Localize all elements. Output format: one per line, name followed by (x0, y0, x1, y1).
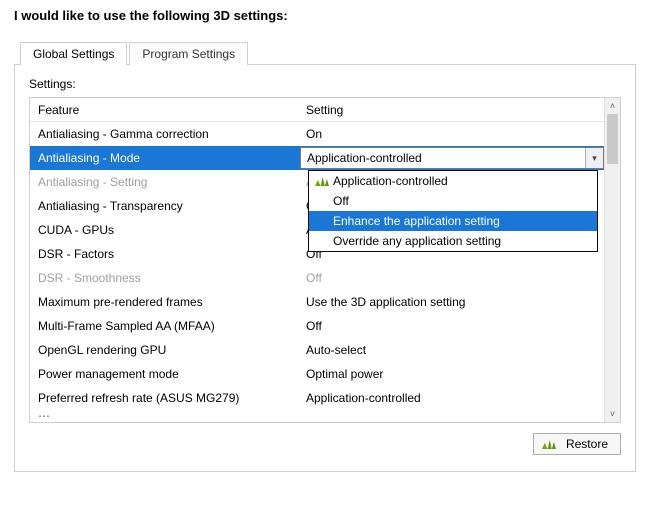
table-row[interactable]: ⋯ (30, 410, 604, 422)
dropdown-option-label: Off (333, 194, 349, 208)
dropdown-option[interactable]: Override any application setting (309, 231, 597, 251)
feature-label: Antialiasing - Setting (30, 175, 300, 189)
column-feature: Feature (30, 103, 300, 117)
table-row[interactable]: Maximum pre-rendered frames Use the 3D a… (30, 290, 604, 314)
nvidia-logo-icon (315, 176, 329, 186)
feature-label: Multi-Frame Sampled AA (MFAA) (30, 319, 300, 333)
table-row[interactable]: Multi-Frame Sampled AA (MFAA) Off (30, 314, 604, 338)
feature-value[interactable]: Off (300, 271, 604, 285)
combo-dropdown-button[interactable]: ▾ (585, 148, 603, 168)
scroll-down-icon[interactable]: ˅ (605, 406, 620, 422)
scroll-thumb[interactable] (607, 114, 618, 164)
restore-label: Restore (566, 437, 608, 451)
settings-pane: Settings: Feature Setting Antialiasing -… (14, 64, 636, 472)
table-row[interactable]: DSR - Smoothness Off (30, 266, 604, 290)
setting-combo[interactable]: Application-controlled ▾ (300, 147, 604, 169)
feature-label: Maximum pre-rendered frames (30, 295, 300, 309)
footer: Restore (29, 423, 621, 455)
feature-label: DSR - Factors (30, 247, 300, 261)
nvidia-logo-icon (542, 439, 556, 449)
table-row[interactable]: Power management mode Optimal power (30, 362, 604, 386)
feature-value[interactable]: Optimal power (300, 367, 604, 381)
table-row-selected[interactable]: Antialiasing - Mode Application-controll… (30, 146, 604, 170)
dropdown-option[interactable]: Application-controlled (309, 171, 597, 191)
tab-program-settings[interactable]: Program Settings (129, 42, 248, 65)
feature-label: Power management mode (30, 367, 300, 381)
column-headers: Feature Setting (30, 98, 604, 122)
feature-value[interactable]: Use the 3D application setting (300, 295, 604, 309)
settings-scrollbar[interactable]: ˄ ˅ (604, 98, 620, 422)
feature-label: Antialiasing - Gamma correction (30, 127, 300, 141)
tabs: Global Settings Program Settings (14, 41, 636, 64)
restore-button[interactable]: Restore (533, 433, 621, 455)
feature-label: OpenGL rendering GPU (30, 343, 300, 357)
feature-label: DSR - Smoothness (30, 271, 300, 285)
dropdown-option-label: Override any application setting (333, 234, 501, 248)
column-setting: Setting (300, 103, 604, 117)
feature-value[interactable]: Application-controlled (300, 391, 604, 405)
feature-value[interactable]: On (300, 127, 604, 141)
scroll-up-icon[interactable]: ˄ (605, 98, 620, 114)
feature-value[interactable]: Off (300, 319, 604, 333)
tab-global-settings[interactable]: Global Settings (20, 42, 127, 65)
settings-label: Settings: (29, 77, 621, 91)
dropdown-option[interactable]: Off (309, 191, 597, 211)
feature-label: Preferred refresh rate (ASUS MG279) (30, 391, 300, 405)
combo-value: Application-controlled (307, 151, 422, 165)
settings-list: Feature Setting Antialiasing - Gamma cor… (29, 97, 621, 423)
table-row[interactable]: Preferred refresh rate (ASUS MG279) Appl… (30, 386, 604, 410)
feature-label: ⋯ (30, 410, 300, 422)
feature-label: CUDA - GPUs (30, 223, 300, 237)
table-row[interactable]: OpenGL rendering GPU Auto-select (30, 338, 604, 362)
page-title: I would like to use the following 3D set… (14, 8, 636, 23)
feature-label: Antialiasing - Transparency (30, 199, 300, 213)
feature-value[interactable]: Auto-select (300, 343, 604, 357)
table-row[interactable]: Antialiasing - Gamma correction On (30, 122, 604, 146)
setting-dropdown[interactable]: Application-controlled Off Enhance the a… (308, 170, 598, 252)
chevron-down-icon: ▾ (592, 153, 597, 164)
dropdown-option-label: Enhance the application setting (333, 214, 500, 228)
dropdown-option-label: Application-controlled (333, 174, 448, 188)
feature-label: Antialiasing - Mode (30, 151, 300, 165)
dropdown-option[interactable]: Enhance the application setting (309, 211, 597, 231)
